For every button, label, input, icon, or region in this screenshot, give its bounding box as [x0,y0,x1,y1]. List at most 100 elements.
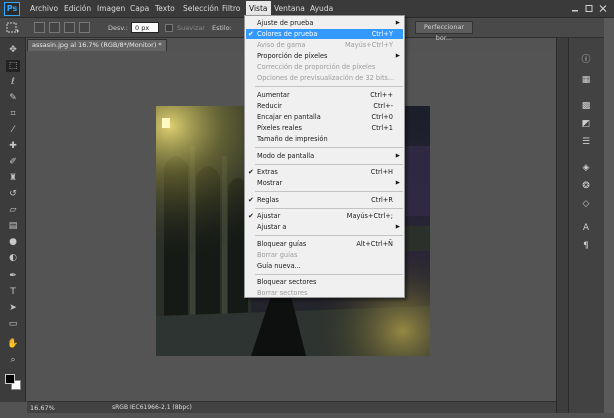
move-tool[interactable]: ✥ [6,44,20,56]
style-label: Estilo: [212,24,232,32]
paths-icon[interactable]: ◇ [579,198,593,210]
menu-separator [255,86,403,87]
type-tool[interactable]: T [6,286,20,298]
layers-icon[interactable]: ◈ [579,162,593,174]
path-select-tool[interactable]: ➤ [6,302,20,314]
menu-filtro[interactable]: Filtro [222,4,240,13]
menu-bloquear-sectores[interactable]: Bloquear sectores [246,277,403,287]
styles-icon[interactable]: ☰ [579,136,593,148]
feather-label: Desv.: [108,24,128,32]
histogram-icon[interactable]: ▦ [579,74,593,86]
zoom-level[interactable]: 16.67% [30,404,55,412]
menu-seleccion[interactable]: Selección [183,4,219,13]
crop-tool[interactable]: ⌗ [6,108,20,120]
menu-correccion-proporcion[interactable]: Corrección de proporción de píxeles [246,62,403,72]
menu-item-label: Reducir [257,102,282,110]
add-selection-icon[interactable] [49,22,60,33]
quick-select-tool[interactable]: ✎ [6,92,20,104]
menu-capa[interactable]: Capa [130,4,149,13]
menu-item-label: Modo de pantalla [257,152,315,160]
menu-item-shortcut: Alt+Ctrl+Ñ [356,240,393,248]
foreground-color-swatch[interactable] [5,374,15,384]
healing-tool[interactable]: ✚ [6,140,20,152]
character-icon[interactable]: A [579,222,593,234]
feather-input[interactable]: 0 px [131,22,159,33]
menu-modo-de-pantalla[interactable]: Modo de pantalla ▶ [246,151,403,161]
menu-ayuda[interactable]: Ayuda [310,4,333,13]
menu-borrar-guias[interactable]: Borrar guías [246,250,403,260]
info-icon[interactable]: ⓘ [579,54,593,66]
minimize-icon[interactable] [570,4,580,13]
menu-bloquear-guias[interactable]: Bloquear guías Alt+Ctrl+Ñ [246,239,403,249]
menu-item-shortcut: Ctrl+H [370,168,393,176]
menu-item-label: Colores de prueba [257,30,318,38]
paragraph-icon[interactable]: ¶ [579,240,593,252]
close-window-icon[interactable] [598,4,608,13]
menu-pixeles-reales[interactable]: Píxeles reales Ctrl+1 [246,123,403,133]
brush-tool[interactable]: ✐ [6,156,20,168]
healing-icon: ✚ [9,141,17,151]
gradient-icon: ▤ [8,221,18,231]
menu-item-label: Bloquear guías [257,240,307,248]
menu-texto[interactable]: Texto [155,4,175,13]
dodge-tool[interactable]: ◐ [6,252,20,264]
submenu-arrow-icon: ▶ [395,53,400,59]
menu-edicion[interactable]: Edición [64,4,91,13]
marquee-preset-icon[interactable] [6,22,20,34]
eraser-tool[interactable]: ▱ [6,204,20,216]
menu-guia-nueva[interactable]: Guía nueva... [246,261,403,271]
menu-aumentar[interactable]: Aumentar Ctrl++ [246,90,403,100]
antialias-label: Suavizar [177,24,205,32]
zoom-tool[interactable]: ⌕ [6,354,20,366]
intersect-selection-icon[interactable] [79,22,90,33]
menu-separator [255,191,403,192]
lasso-tool[interactable]: ℓ [6,76,20,88]
menu-item-label: Borrar guías [257,251,298,259]
menu-item-shortcut: Ctrl+- [373,102,393,110]
menu-borrar-sectores[interactable]: Borrar sectores [246,288,403,298]
menu-proporcion-de-pixeles[interactable]: Proporción de píxeles ▶ [246,51,403,61]
menu-item-shortcut: Ctrl+1 [371,124,393,132]
document-tab[interactable]: assasin.jpg al 16.7% (RGB/8*/Monitor) * … [27,39,167,51]
channels-icon[interactable]: ❂ [579,180,593,192]
marquee-tool[interactable]: ⬚ [6,60,20,72]
menu-ajustar-a[interactable]: Ajustar a ▶ [246,222,403,232]
menu-encajar-en-pantalla[interactable]: Encajar en pantalla Ctrl+0 [246,112,403,122]
menu-colores-de-prueba[interactable]: ✔ Colores de prueba Ctrl+Y [246,29,403,39]
history-brush-tool[interactable]: ↺ [6,188,20,200]
menu-extras[interactable]: ✔ Extras Ctrl+H [246,167,403,177]
pen-tool[interactable]: ✒ [6,270,20,282]
menu-item-label: Reglas [257,196,279,204]
blur-tool[interactable]: ● [6,236,20,248]
menu-item-label: Aviso de gama [257,41,306,49]
antialias-checkbox[interactable] [165,24,173,32]
menu-item-shortcut: Ctrl++ [370,91,393,99]
status-bar: 16.67% sRGB IEC61966-2.1 (8bpc) [27,401,556,413]
menu-tamano-de-impresion[interactable]: Tamaño de impresión [246,134,403,144]
clone-stamp-tool[interactable]: ♜ [6,172,20,184]
menu-opciones-32-bits[interactable]: Opciones de previsualización de 32 bits.… [246,73,403,83]
menu-imagen[interactable]: Imagen [97,4,125,13]
menu-aviso-de-gama[interactable]: Aviso de gama Mayús+Ctrl+Y [246,40,403,50]
gradient-tool[interactable]: ▤ [6,220,20,232]
dock-collapse-strip[interactable] [556,38,568,413]
shape-tool[interactable]: ▭ [6,318,20,330]
menu-reducir[interactable]: Reducir Ctrl+- [246,101,403,111]
menu-mostrar[interactable]: Mostrar ▶ [246,178,403,188]
menu-reglas[interactable]: ✔ Reglas Ctrl+R [246,195,403,205]
hand-tool[interactable]: ✋ [6,338,20,350]
menu-ajustar[interactable]: ✔ Ajustar Mayús+Ctrl+; [246,211,403,221]
adjustments-icon[interactable]: ◩ [579,118,593,130]
lasso-icon: ℓ [11,77,15,87]
menu-ajuste-de-prueba[interactable]: Ajuste de prueba ▶ [246,18,403,28]
menu-separator [255,164,403,165]
maximize-icon[interactable] [584,4,594,13]
new-selection-icon[interactable] [34,22,45,33]
eyedropper-tool[interactable]: ⁄ [6,124,20,136]
subtract-selection-icon[interactable] [64,22,75,33]
refine-edge-button[interactable]: Perfeccionar bor... [415,21,473,42]
type-icon: T [10,287,16,297]
menu-ventana[interactable]: Ventana [274,4,305,13]
swatches-icon[interactable]: ▩ [579,100,593,112]
menu-archivo[interactable]: Archivo [30,4,58,13]
